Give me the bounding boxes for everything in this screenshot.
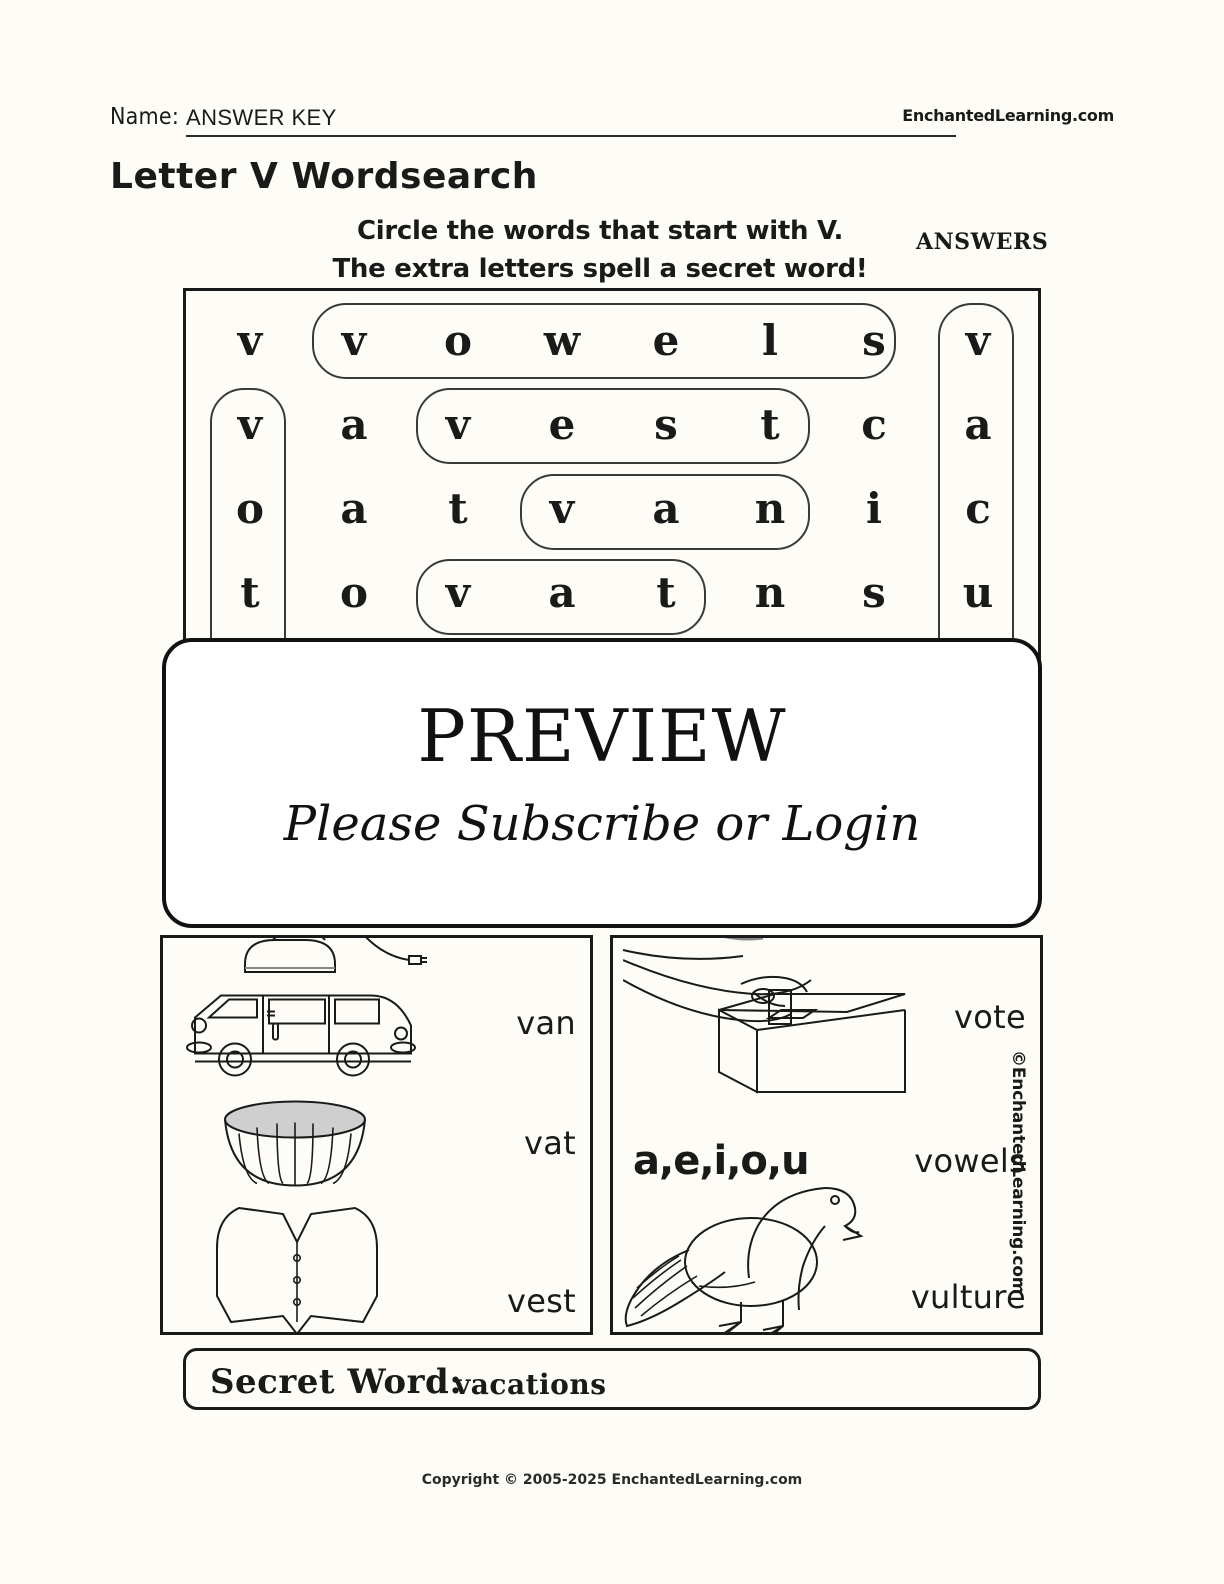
grid-cell[interactable]: c [926, 467, 1030, 551]
grid-cell[interactable]: o [406, 299, 510, 383]
grid-cell[interactable]: t [614, 551, 718, 635]
instructions-line-1: Circle the words that start with V. [356, 216, 844, 246]
grid-cell[interactable]: e [614, 299, 718, 383]
side-watermark: ©EnchantedLearning.com [1008, 1050, 1028, 1295]
picture-row-vulture: vulture [613, 1170, 1040, 1332]
grid-cell[interactable]: t [406, 467, 510, 551]
grid-cell[interactable]: a [302, 383, 406, 467]
grid-cell[interactable]: v [198, 299, 302, 383]
grid-cell[interactable]: t [198, 551, 302, 635]
picture-row-vote: vote [613, 952, 1040, 1102]
name-field-value: ANSWER KEY [186, 105, 337, 130]
grid-cell[interactable]: s [614, 383, 718, 467]
grid-cell[interactable]: v [406, 383, 510, 467]
ballot-box-illustration [623, 959, 906, 1094]
picture-row-van: van [163, 966, 590, 1099]
grid-cell[interactable]: a [510, 551, 614, 635]
grid-cell[interactable]: s [822, 299, 926, 383]
preview-subscribe-prompt[interactable]: Please Subscribe or Login [166, 796, 1038, 852]
preview-title: PREVIEW [417, 694, 787, 778]
picture-box-right: vote a,e,i,o,u vowels vulture [610, 935, 1043, 1335]
preview-overlay: PREVIEW Please Subscribe or Login [162, 638, 1042, 928]
name-label: Name: [110, 104, 180, 130]
picture-label-vote: vote [954, 998, 1026, 1036]
grid-cell[interactable]: o [302, 551, 406, 635]
grid-cell[interactable]: o [198, 467, 302, 551]
instructions-line-2: The extra letters spell a secret word! [332, 254, 868, 284]
grid-cell[interactable]: l [718, 299, 822, 383]
grid-cell[interactable]: a [614, 467, 718, 551]
vulture-illustration [624, 1187, 864, 1332]
grid-cell[interactable]: s [822, 551, 926, 635]
picture-row-vowels: a,e,i,o,u vowels [613, 1108, 1040, 1184]
picture-label-vat: vat [524, 1124, 576, 1162]
secret-word-label: Secret Word: [210, 1362, 463, 1402]
picture-label-vest: vest [506, 1282, 576, 1320]
grid-cell[interactable]: i [822, 467, 926, 551]
picture-box-left: van vat vest [160, 935, 593, 1335]
grid-cell[interactable]: v [302, 299, 406, 383]
grid-cell[interactable]: v [510, 467, 614, 551]
secret-word-box: Secret Word: vacations [183, 1348, 1041, 1410]
grid-cell[interactable]: e [510, 383, 614, 467]
van-illustration [186, 994, 416, 1077]
vest-illustration [216, 1206, 378, 1332]
grid-cell[interactable]: a [926, 383, 1030, 467]
copyright-footer: Copyright © 2005-2025 EnchantedLearning.… [421, 1472, 803, 1488]
grid-cell[interactable]: u [926, 551, 1030, 635]
grid-cell[interactable]: c [822, 383, 926, 467]
grid-cell[interactable]: v [198, 383, 302, 467]
instructions-block: Circle the words that start with V. The … [300, 212, 900, 288]
picture-label-van: van [516, 1004, 576, 1042]
grid-cell[interactable]: t [718, 383, 822, 467]
name-underline [186, 135, 956, 137]
grid-cell[interactable]: w [510, 299, 614, 383]
worksheet-header: Name: ANSWER KEY EnchantedLearning.com [110, 100, 1114, 140]
picture-row-vest: vest [163, 1200, 590, 1332]
grid-cell[interactable]: a [302, 467, 406, 551]
page-title: Letter V Wordsearch [110, 156, 538, 197]
grid-cell[interactable]: n [718, 467, 822, 551]
grid-cell[interactable]: v [406, 551, 510, 635]
grid-cell[interactable]: v [926, 299, 1030, 383]
site-brand-logo: EnchantedLearning.com [902, 106, 1114, 125]
secret-word-value: vacations [454, 1368, 607, 1401]
grid-cell[interactable]: n [718, 551, 822, 635]
answers-badge: ANSWERS [916, 229, 1049, 255]
